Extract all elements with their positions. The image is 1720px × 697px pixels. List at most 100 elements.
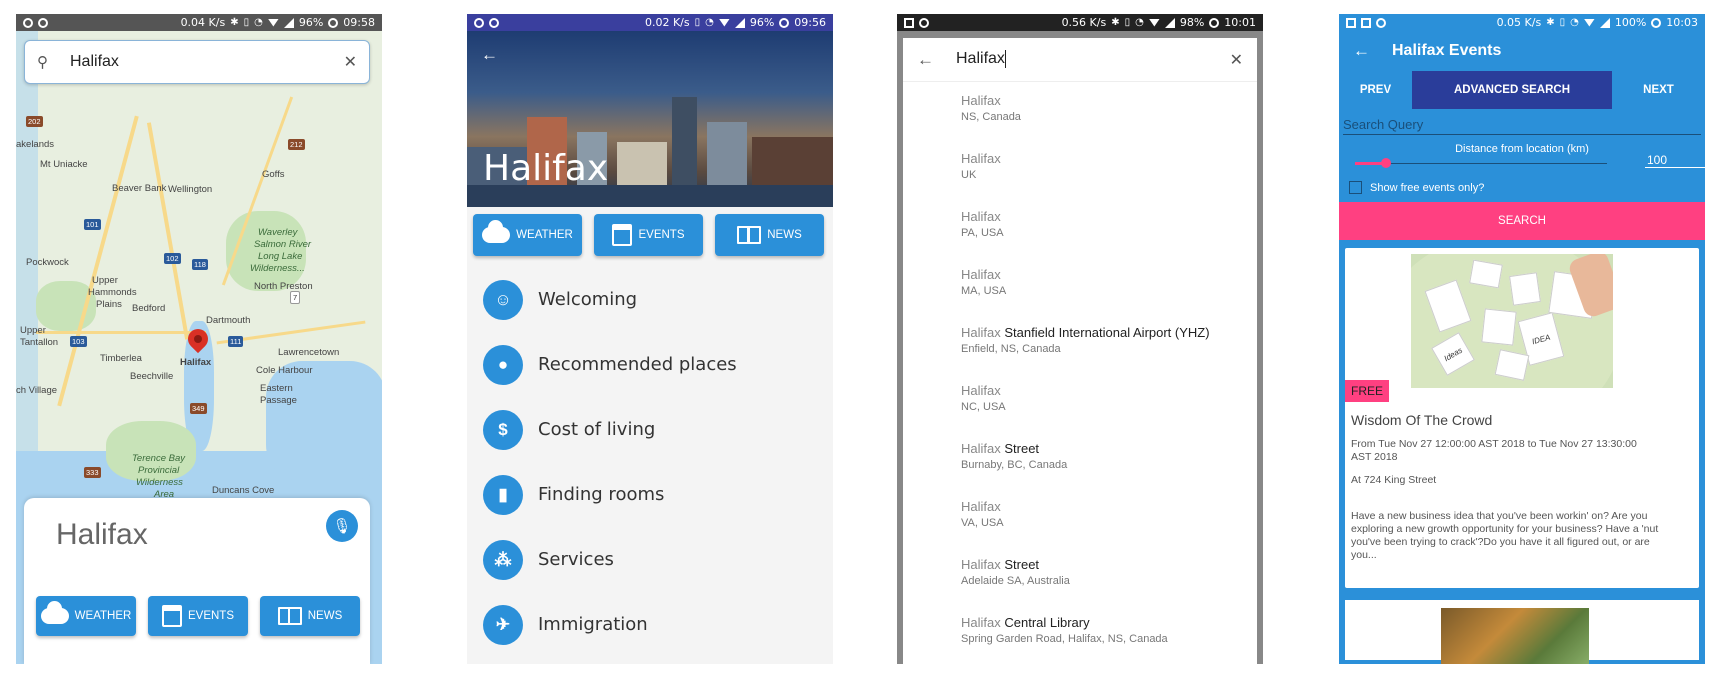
clock: 09:58	[343, 16, 375, 29]
back-arrow-icon[interactable]: ←	[481, 45, 498, 65]
battery-level: 96%	[298, 16, 324, 29]
map-label: Pockwock	[26, 257, 69, 268]
slider-thumb[interactable]	[1381, 158, 1391, 168]
result-match: Halifax	[961, 151, 1001, 166]
result-subtitle: PA, USA	[961, 227, 1004, 239]
menu-item-label: Cost of living	[538, 419, 656, 440]
events-button[interactable]: EVENTS	[148, 596, 248, 636]
free-badge: FREE	[1345, 380, 1390, 402]
status-bar: 0.05 K/s ✱ ▯ ◔ 100% 10:03	[1339, 14, 1705, 31]
tab-prev[interactable]: PREV	[1339, 71, 1412, 109]
tab-next[interactable]: NEXT	[1612, 71, 1705, 109]
close-icon[interactable]: ✕	[1230, 50, 1243, 70]
weather-button[interactable]: WEATHER	[36, 596, 136, 636]
events-label: EVENTS	[638, 229, 685, 241]
alarm-icon: ◔	[1135, 17, 1144, 28]
close-icon[interactable]: ✕	[344, 52, 357, 72]
free-only-checkbox[interactable]: Show free events only?	[1349, 181, 1701, 194]
result-rest: Central Library	[1000, 615, 1090, 630]
gallery-icon	[1346, 17, 1356, 28]
events-screen: 0.05 K/s ✱ ▯ ◔ 100% 10:03 ← Halifax Events PR…	[1339, 14, 1705, 664]
result-subtitle: VA, USA	[961, 517, 1004, 529]
text-cursor	[1004, 50, 1006, 69]
result-rest: Street	[1000, 441, 1040, 456]
result-item[interactable]: Halifax MA, USA	[903, 256, 1257, 314]
event-card[interactable]	[1345, 600, 1699, 664]
distance-slider[interactable]: 100	[1351, 153, 1705, 171]
location-pin-icon: ●	[483, 344, 523, 385]
result-match: Halifax	[961, 325, 1001, 340]
result-item[interactable]: Halifax NC, USA	[903, 372, 1257, 430]
map-label: Lawrencetown	[278, 347, 340, 358]
news-button[interactable]: NEWS	[715, 214, 824, 256]
flipboard-icon	[904, 17, 914, 28]
result-item[interactable]: Halifax Street Burnaby, BC, Canada	[903, 430, 1257, 488]
menu-item-label: Recommended places	[538, 354, 737, 375]
sync-icon	[328, 17, 339, 28]
signal-icon	[1599, 17, 1610, 28]
menu-item-immigration[interactable]: ✈ Immigration	[467, 592, 833, 657]
news-button[interactable]: NEWS	[260, 596, 360, 636]
microphone-button[interactable]: 🎙	[326, 510, 358, 542]
battery-level: 100%	[1614, 16, 1647, 29]
result-subtitle: NS, Canada	[961, 111, 1021, 123]
events-button[interactable]: EVENTS	[594, 214, 703, 256]
menu-item-label: Services	[538, 549, 614, 570]
menu-item-welcoming[interactable]: ☺ Welcoming	[467, 267, 833, 332]
wifi-icon	[267, 18, 279, 27]
result-item[interactable]: Halifax PA, USA	[903, 198, 1257, 256]
clock: 09:56	[794, 16, 826, 29]
map-label: Long Lake	[258, 251, 303, 262]
result-match: Halifax	[961, 499, 1001, 514]
notification-icon	[1376, 17, 1386, 28]
result-match: Halifax	[961, 615, 1001, 630]
result-rest: Stanfield International Airport (YHZ)	[1000, 325, 1210, 340]
search-value: Halifax	[956, 50, 1005, 68]
cloud-icon	[40, 601, 69, 624]
accessibility-icon: ☺	[483, 279, 523, 320]
bluetooth-icon: ✱	[1546, 17, 1555, 28]
menu-item-finding-rooms[interactable]: ▮ Finding rooms	[467, 462, 833, 527]
event-card[interactable]: IDEA Ideas FREE Wisdom Of The Crowd From…	[1345, 248, 1699, 588]
result-match: Halifax	[961, 267, 1001, 282]
event-date: From Tue Nov 27 12:00:00 AST 2018 to Tue…	[1351, 438, 1637, 463]
signal-icon	[1164, 17, 1175, 28]
result-item[interactable]: Halifax Street Adelaide SA, Australia	[903, 546, 1257, 604]
menu-item-services[interactable]: ⁂ Services	[467, 527, 833, 592]
notification-icon	[38, 17, 48, 28]
whatsapp-icon	[474, 17, 484, 28]
back-arrow-icon[interactable]: ←	[917, 50, 934, 70]
search-input[interactable]: Halifax	[956, 50, 1230, 69]
map-label: Plains	[96, 299, 122, 310]
result-item[interactable]: Halifax NS, Canada	[903, 82, 1257, 140]
result-match: Halifax	[961, 441, 1001, 456]
map-label: Tantallon	[20, 337, 59, 348]
menu-item-cost-of-living[interactable]: $ Cost of living	[467, 397, 833, 462]
search-button[interactable]: SEARCH	[1339, 202, 1705, 240]
search-input[interactable]: ⚲ Halifax ✕	[24, 40, 370, 84]
distance-input[interactable]: 100	[1645, 153, 1705, 168]
result-item[interactable]: Halifax Stanfield International Airport …	[903, 314, 1257, 372]
menu-item-label: Immigration	[538, 614, 648, 635]
menu-item-recommended-places[interactable]: ● Recommended places	[467, 332, 833, 397]
tab-advanced-search[interactable]: ADVANCED SEARCH	[1412, 71, 1612, 109]
map-label: Passage	[260, 395, 297, 406]
result-item[interactable]: Halifax VA, USA	[903, 488, 1257, 546]
cloud-icon	[482, 220, 511, 243]
checkbox-box[interactable]	[1349, 181, 1362, 194]
weather-button[interactable]: WEATHER	[473, 214, 582, 256]
search-query-input[interactable]: Search Query	[1343, 109, 1701, 135]
result-item[interactable]: Halifax Central Library Spring Garden Roa…	[903, 604, 1257, 662]
event-location: At 724 King Street	[1351, 474, 1437, 486]
map-label: Salmon River	[254, 239, 312, 250]
map-label: Provincial	[138, 465, 180, 476]
back-arrow-icon[interactable]: ←	[1353, 41, 1370, 61]
calendar-icon	[612, 224, 633, 246]
services-icon: ⁂	[483, 539, 523, 580]
map-label: Beaver Bank	[112, 183, 167, 194]
result-item[interactable]: Halifax UK	[903, 140, 1257, 198]
result-subtitle: Adelaide SA, Australia	[961, 575, 1070, 587]
result-rest: Street	[1000, 557, 1040, 572]
events-label: EVENTS	[187, 610, 234, 622]
alarm-icon: ◔	[705, 17, 714, 28]
